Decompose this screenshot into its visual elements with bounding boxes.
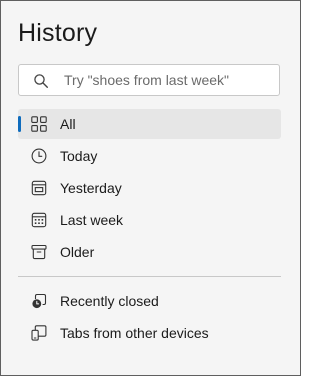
grid-icon	[31, 116, 47, 132]
divider	[18, 276, 281, 277]
nav-item-label: All	[60, 116, 76, 132]
search-icon	[33, 73, 49, 89]
archive-icon	[31, 244, 47, 260]
search-input[interactable]	[64, 65, 274, 95]
calendar-day-icon	[31, 180, 47, 196]
nav-item-label: Last week	[60, 212, 124, 228]
nav-item-today[interactable]: Today	[18, 141, 281, 171]
nav-item-label: Tabs from other devices	[60, 325, 209, 341]
nav-item-all[interactable]: All	[18, 109, 281, 139]
nav-item-last-week[interactable]: Last week	[18, 205, 281, 235]
history-panel: History All To	[0, 0, 301, 376]
search-box[interactable]	[18, 64, 280, 96]
nav-item-label: Today	[60, 148, 98, 164]
nav-item-label: Recently closed	[60, 293, 159, 309]
nav-item-label: Older	[60, 244, 95, 260]
devices-icon	[31, 325, 47, 341]
page-title: History	[18, 19, 98, 47]
nav-item-label: Yesterday	[60, 180, 122, 196]
selection-indicator	[18, 116, 21, 132]
nav-item-recently-closed[interactable]: Recently closed	[18, 286, 281, 316]
nav-item-older[interactable]: Older	[18, 237, 281, 267]
recently-closed-icon	[31, 293, 47, 309]
clock-icon	[31, 148, 47, 164]
nav-item-tabs-other-devices[interactable]: Tabs from other devices	[18, 318, 281, 348]
nav-item-yesterday[interactable]: Yesterday	[18, 173, 281, 203]
calendar-week-icon	[31, 212, 47, 228]
